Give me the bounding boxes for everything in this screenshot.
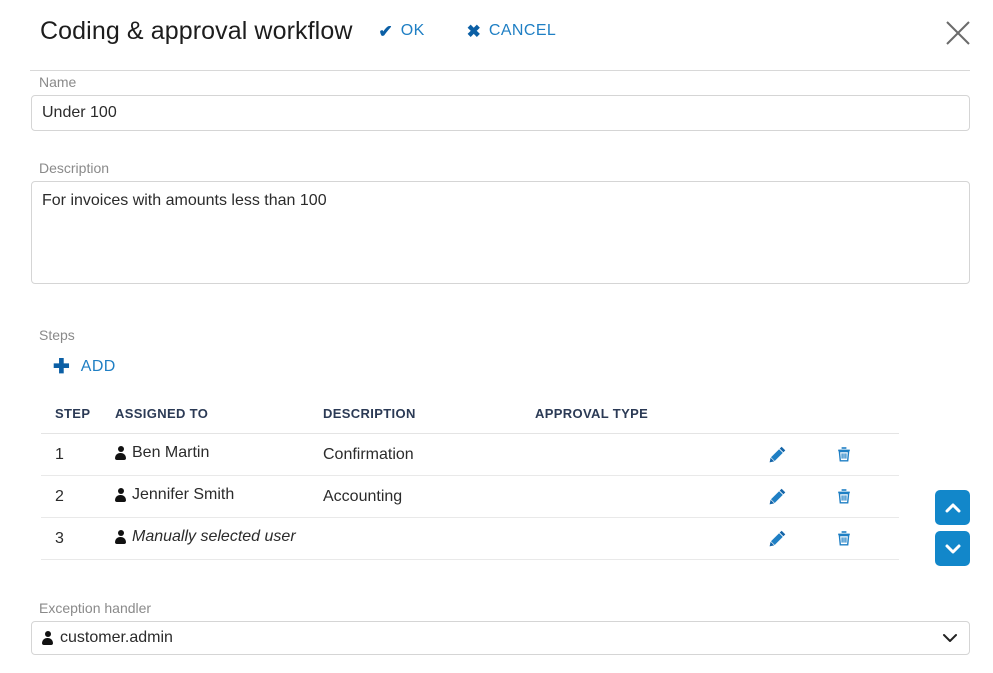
steps-label: Steps [39,327,75,343]
cell-delete [831,517,899,560]
edit-step-button[interactable] [765,441,791,467]
reorder-button-group [935,490,970,566]
delete-step-button[interactable] [831,441,857,467]
edit-step-button[interactable] [765,525,791,551]
trash-icon [838,447,850,462]
pencil-icon [769,446,786,463]
ok-button-label: OK [400,22,425,39]
cell-assigned-to: Jennifer Smith [115,475,323,518]
close-button[interactable] [939,14,977,52]
assignee: Jennifer Smith [115,486,234,504]
trash-icon [838,531,850,546]
edit-step-button[interactable] [765,483,791,509]
page-title: Coding & approval workflow [40,16,353,45]
cell-delete [831,475,899,518]
dialog-body: Name Description For invoices with amoun… [0,74,993,560]
cell-edit [765,433,831,476]
user-icon [115,488,126,502]
cell-assigned-to: Ben Martin [115,433,323,476]
column-header-step: STEP [41,406,115,434]
user-icon [115,530,126,544]
move-step-up-button[interactable] [935,490,970,525]
assignee-name: Manually selected user [132,528,296,545]
description-field-group: Description For invoices with amounts le… [31,160,970,289]
exception-handler-select[interactable]: customer.admin [31,621,970,655]
assignee-name: Jennifer Smith [132,486,235,503]
chevron-down-icon [945,544,960,553]
dialog-header: Coding & approval workflow ✔ OK ✖ CANCEL [0,0,993,62]
user-icon [42,631,53,645]
pencil-icon [769,530,786,547]
table-row[interactable]: 1 Ben Martin Confirmation [41,433,899,476]
chevron-up-icon [945,503,960,512]
delete-step-button[interactable] [831,483,857,509]
add-step-button-label: ADD [80,358,116,375]
delete-step-button[interactable] [831,525,857,551]
header-divider [30,70,970,71]
description-label: Description [39,160,110,176]
table-row[interactable]: 2 Jennifer Smith Accounting [41,475,899,518]
cancel-button[interactable]: ✖ CANCEL [467,22,557,40]
cell-assigned-to: Manually selected user [115,517,323,560]
exception-handler-value: customer.admin [60,629,173,646]
name-field-group: Name [31,74,970,131]
name-input[interactable] [31,95,970,131]
exception-handler-select-wrap: customer.admin [31,621,970,655]
steps-table: STEP ASSIGNED TO DESCRIPTION APPROVAL TY… [41,406,899,560]
exception-handler-label: Exception handler [39,600,152,616]
cell-approval-type [535,517,765,560]
move-step-down-button[interactable] [935,531,970,566]
steps-table-header: STEP ASSIGNED TO DESCRIPTION APPROVAL TY… [41,406,899,434]
pencil-icon [769,488,786,505]
cell-description: Accounting [323,475,535,518]
column-header-edit [765,406,831,434]
assignee: Ben Martin [115,444,209,462]
steps-section: Steps ✚ ADD STEP ASSIGNED TO DESCRIPTION… [31,327,970,560]
trash-icon [838,489,850,504]
table-header-row: STEP ASSIGNED TO DESCRIPTION APPROVAL TY… [41,406,899,434]
cell-step: 3 [41,517,115,560]
ok-button[interactable]: ✔ OK [378,22,424,40]
user-icon [115,446,126,460]
assignee-name: Ben Martin [132,444,210,461]
column-header-assigned-to: ASSIGNED TO [115,406,323,434]
cell-edit [765,517,831,560]
column-header-approval-type: APPROVAL TYPE [535,406,765,434]
assignee: Manually selected user [115,528,296,546]
cell-description: Confirmation [323,433,535,476]
steps-table-body: 1 Ben Martin Confirmation 2 Jennifer Smith Ac… [41,433,899,560]
plus-icon: ✚ [53,356,70,378]
column-header-delete [831,406,899,434]
add-step-button[interactable]: ✚ ADD [53,357,116,377]
cell-step: 2 [41,475,115,518]
check-icon: ✔ [378,21,393,41]
cell-step: 1 [41,433,115,476]
cell-delete [831,433,899,476]
cell-description [323,517,535,560]
cell-approval-type [535,475,765,518]
close-icon [946,21,970,45]
exception-handler-section: Exception handler customer.admin [31,600,970,655]
column-header-description: DESCRIPTION [323,406,535,434]
cell-approval-type [535,433,765,476]
name-label: Name [39,74,77,90]
table-row[interactable]: 3 Manually selected user [41,517,899,560]
cell-edit [765,475,831,518]
cancel-button-label: CANCEL [488,22,557,39]
x-icon: ✖ [466,21,481,41]
description-textarea[interactable]: For invoices with amounts less than 100 [31,181,970,284]
